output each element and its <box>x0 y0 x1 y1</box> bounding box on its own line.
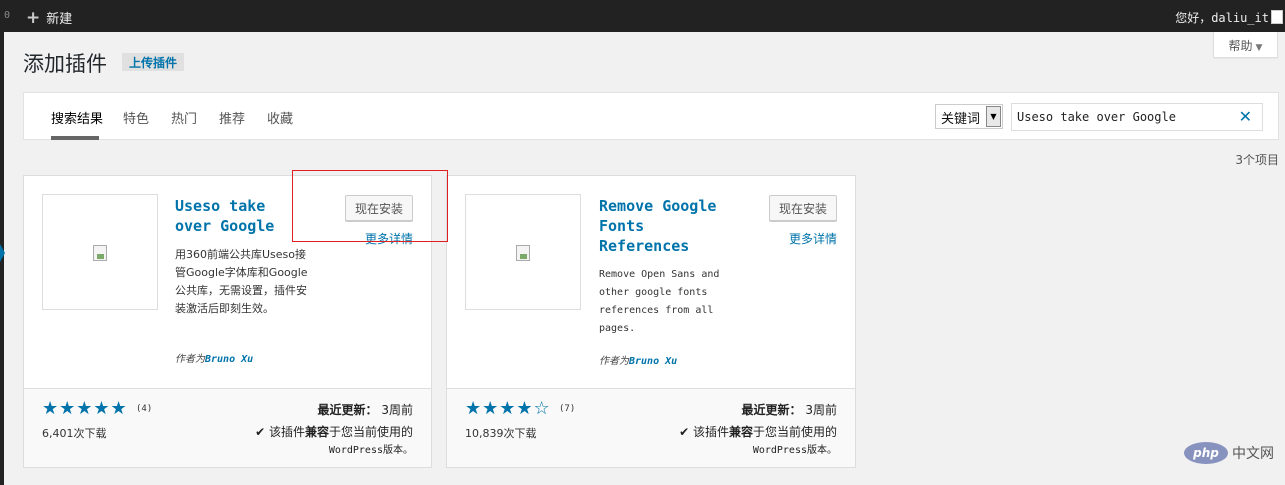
php-logo-icon: php <box>1184 442 1228 464</box>
download-count: 10,839次下载 <box>465 427 537 440</box>
star-rating-icon: ★★★★★ <box>42 398 128 419</box>
plugin-author: 作者为Bruno Xu <box>175 350 253 365</box>
plugin-author: 作者为Bruno Xu <box>599 352 677 367</box>
new-content-label: 新建 <box>46 12 73 27</box>
plugin-thumbnail[interactable] <box>465 194 581 310</box>
author-prefix: 作者为 <box>175 354 205 365</box>
compat-prefix: ✔ 该插件 <box>255 425 305 439</box>
admin-bar: 0 + 新建 您好，daliu_it <box>0 0 1285 32</box>
collapse-arrow-icon[interactable] <box>0 244 5 262</box>
page-title: 添加插件 <box>23 52 107 76</box>
upload-plugin-button[interactable]: 上传插件 <box>122 53 185 71</box>
new-content-menu[interactable]: + 新建 <box>26 8 72 27</box>
current-tab-indicator <box>51 136 99 140</box>
plugin-card: Remove Google Fonts References 现在安装 更多详情… <box>446 175 856 468</box>
broken-image-icon <box>516 245 530 261</box>
dropdown-arrow-icon: ▼ <box>986 106 1001 127</box>
author-prefix: 作者为 <box>599 356 629 367</box>
filter-bar: 搜索结果 特色 热门 推荐 收藏 关键词 ▼ ✕ <box>23 92 1279 140</box>
author-link[interactable]: Bruno Xu <box>629 356 677 367</box>
broken-image-icon <box>93 245 107 261</box>
last-updated-label: 最近更新： <box>317 403 378 417</box>
search-box: ✕ <box>1011 103 1263 131</box>
plugin-thumbnail[interactable] <box>42 194 158 310</box>
last-updated-value: 3周前 <box>381 403 413 417</box>
avatar[interactable] <box>1271 10 1283 24</box>
tab-recommended[interactable]: 推荐 <box>219 108 245 127</box>
compat-bold: 兼容 <box>304 425 329 439</box>
compat-prefix: ✔ 该插件 <box>679 425 729 439</box>
rating-count[interactable]: (7) <box>559 404 575 414</box>
more-details-link[interactable]: 更多详情 <box>365 230 413 247</box>
help-tab-label: 帮助 <box>1228 39 1253 53</box>
plugin-card: Useso take over Google 现在安装 更多详情 用360前端公… <box>23 175 432 468</box>
install-now-button[interactable]: 现在安装 <box>769 195 837 221</box>
plus-icon: + <box>26 7 41 28</box>
tab-popular[interactable]: 热门 <box>171 108 197 127</box>
search-type-select[interactable]: 关键词 ▼ <box>935 104 1003 129</box>
compat-bold: 兼容 <box>728 425 753 439</box>
user-greeting[interactable]: 您好，daliu_it <box>1175 9 1269 26</box>
tab-favorites[interactable]: 收藏 <box>267 108 293 127</box>
result-count: 3个项目 <box>1235 153 1279 167</box>
last-updated: 最近更新： 3周前 <box>742 401 837 418</box>
plugin-name[interactable]: Useso take over Google <box>175 196 290 236</box>
last-updated-value: 3周前 <box>805 403 837 417</box>
author-link[interactable]: Bruno Xu <box>205 354 253 365</box>
plugin-description: 用360前端公共库Useso接管Google字体库和Google公共库，无需设置… <box>175 248 308 315</box>
compat-suffix: 于您当前使用的 <box>752 425 837 439</box>
watermark-text: 中文网 <box>1232 446 1274 462</box>
search-input[interactable] <box>1017 105 1232 129</box>
last-updated-label: 最近更新： <box>741 403 802 417</box>
search-type-value: 关键词 <box>941 112 981 127</box>
more-details-link[interactable]: 更多详情 <box>789 230 837 247</box>
plugin-description: Remove Open Sans and other google fonts … <box>599 269 720 334</box>
star-rating-icon: ★★★★☆ <box>465 398 551 419</box>
clear-search-icon[interactable]: ✕ <box>1239 107 1252 126</box>
help-tab[interactable]: 帮助 ▼ <box>1213 32 1278 58</box>
compatibility-notice: ✔ 该插件兼容于您当前使用的 WordPress版本。 <box>637 424 837 459</box>
download-count: 6,401次下载 <box>42 427 107 440</box>
tab-search-results[interactable]: 搜索结果 <box>51 108 103 127</box>
compatibility-notice: ✔ 该插件兼容于您当前使用的 WordPress版本。 <box>213 424 413 459</box>
watermark: php 中文网 <box>1184 442 1274 464</box>
compat-version: WordPress版本。 <box>752 445 837 456</box>
plugin-card-footer: ★★★★☆ (7) 10,839次下载 最近更新： 3周前 ✔ 该插件兼容于您当… <box>447 388 855 467</box>
admin-bar-number: 0 <box>4 10 11 21</box>
compat-version: WordPress版本。 <box>328 445 413 456</box>
compat-suffix: 于您当前使用的 <box>328 425 413 439</box>
chevron-down-icon: ▼ <box>1255 43 1263 53</box>
plugin-name[interactable]: Remove Google Fonts References <box>599 196 729 256</box>
plugin-card-footer: ★★★★★ (4) 6,401次下载 最近更新： 3周前 ✔ 该插件兼容于您当前… <box>24 388 431 467</box>
last-updated: 最近更新： 3周前 <box>318 401 413 418</box>
rating-count[interactable]: (4) <box>136 404 152 414</box>
install-now-button[interactable]: 现在安装 <box>345 195 413 221</box>
tab-featured[interactable]: 特色 <box>123 108 149 127</box>
